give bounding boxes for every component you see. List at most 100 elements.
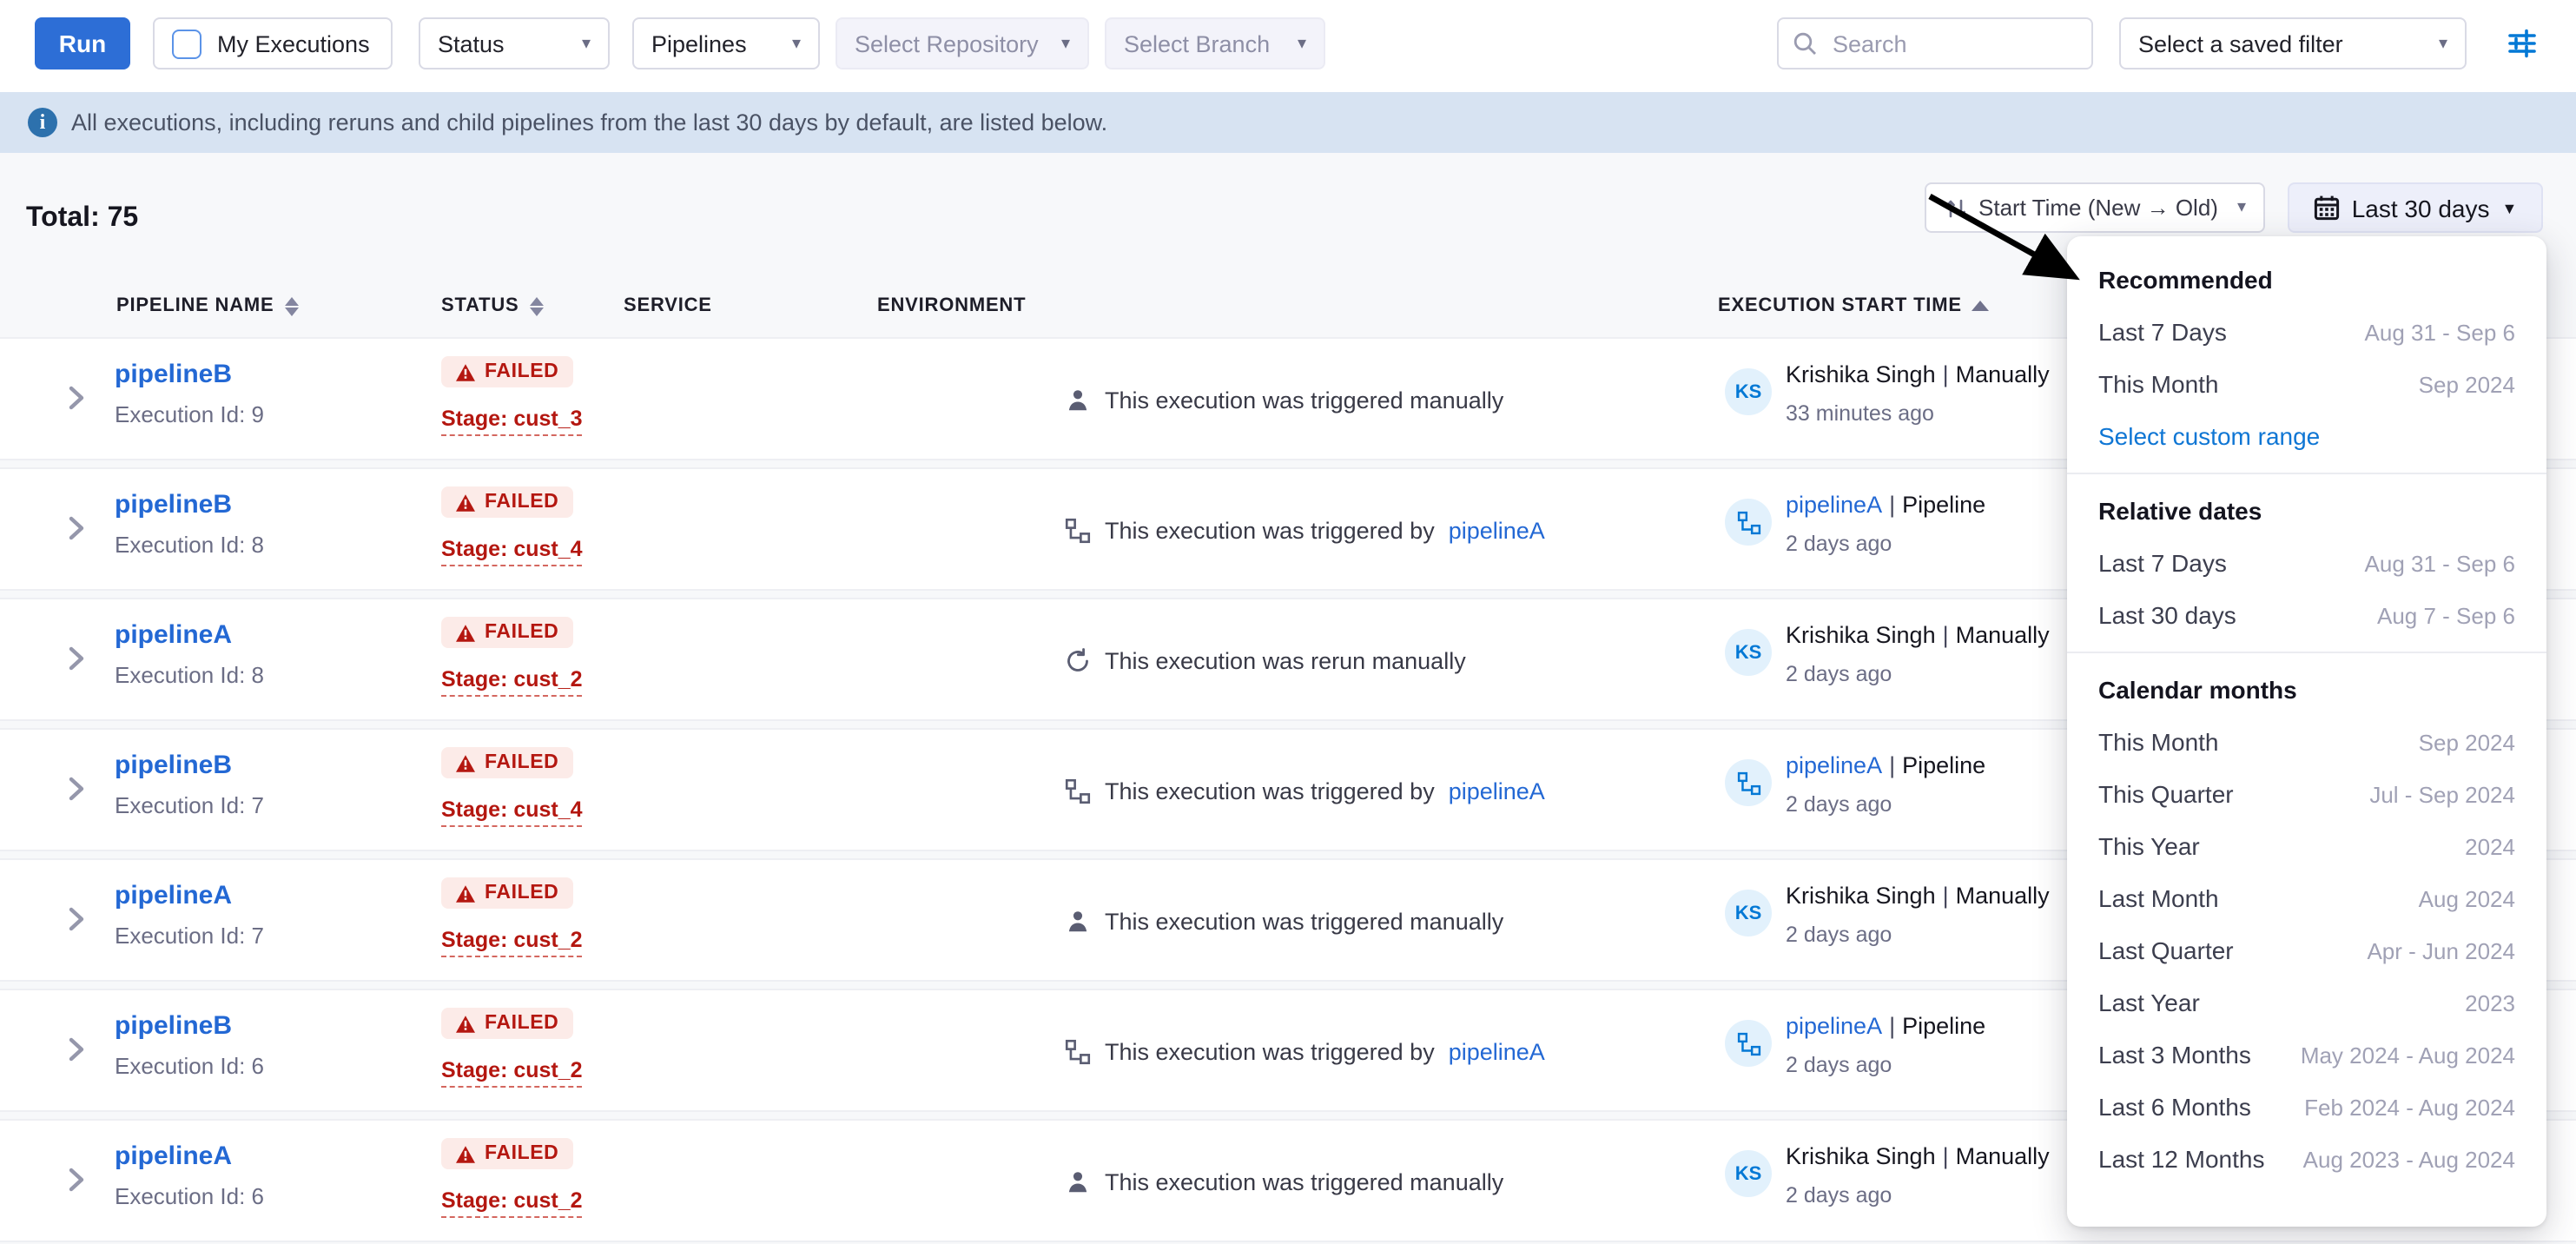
caret-down-icon: ▼	[2501, 199, 2517, 216]
option-label: Last 3 Months	[2098, 1041, 2251, 1069]
status-label: FAILED	[485, 752, 558, 773]
actor-line: Krishika Singh|Manually	[1786, 361, 2050, 387]
calendar-icon	[2314, 195, 2340, 221]
my-executions-filter[interactable]: My Executions	[153, 17, 393, 69]
column-service-label: SERVICE	[624, 295, 712, 316]
my-executions-checkbox[interactable]	[172, 29, 201, 58]
sliders-icon	[2505, 26, 2540, 61]
pipeline-name-link[interactable]: pipelineB	[115, 490, 232, 519]
expand-row-button[interactable]	[66, 1036, 87, 1072]
column-pipeline-name[interactable]: PIPELINE NAME	[116, 295, 299, 316]
status-badge[interactable]: FAILED	[441, 747, 572, 778]
date-range-option[interactable]: Last 30 days Aug 7 - Sep 6	[2098, 589, 2515, 641]
failed-stage-link[interactable]: Stage: cust_2	[441, 667, 583, 697]
date-range-option[interactable]: Last 7 Days Aug 31 - Sep 6	[2098, 537, 2515, 589]
date-range-option[interactable]: Last 7 Days Aug 31 - Sep 6	[2098, 306, 2515, 358]
trigger-text: This execution was triggered by	[1105, 518, 1435, 544]
pipeline-name-link[interactable]: pipelineA	[115, 881, 232, 910]
failed-stage-link[interactable]: Stage: cust_4	[441, 797, 583, 827]
pipelines-dropdown[interactable]: Pipelines ▾	[632, 17, 820, 69]
column-status-label: STATUS	[441, 295, 519, 316]
date-range-option[interactable]: Last Quarter Apr - Jun 2024	[2098, 924, 2515, 976]
separator: |	[1936, 361, 1956, 387]
expand-row-button[interactable]	[66, 384, 87, 420]
chevron-down-icon: ▾	[1047, 34, 1070, 53]
select-repository-dropdown[interactable]: Select Repository ▾	[836, 17, 1089, 69]
saved-filter-label: Select a saved filter	[2138, 30, 2343, 56]
date-range-option[interactable]: Last 6 Months Feb 2024 - Aug 2024	[2098, 1081, 2515, 1133]
top-toolbar: Run My Executions Status ▾ Pipelines ▾ S…	[0, 0, 2576, 92]
trigger-pipeline-link[interactable]: pipelineA	[1449, 778, 1545, 804]
date-range-option[interactable]: This Year 2024	[2098, 820, 2515, 872]
search-input[interactable]	[1829, 29, 2077, 58]
actor-line: pipelineA|Pipeline	[1786, 492, 1985, 518]
separator: |	[1936, 883, 1956, 909]
execution-time: 2 days ago	[1786, 923, 1892, 947]
column-execution-start-time[interactable]: EXECUTION START TIME	[1718, 295, 1990, 316]
expand-row-button[interactable]	[66, 775, 87, 811]
expand-row-button[interactable]	[66, 1166, 87, 1202]
option-date-range: Aug 2023 - Aug 2024	[2303, 1146, 2515, 1172]
status-label: FAILED	[485, 492, 558, 513]
status-badge[interactable]: FAILED	[441, 617, 572, 648]
trigger-text: This execution was triggered manually	[1105, 1169, 1503, 1195]
actor-detail: Pipeline	[1902, 752, 1985, 778]
date-range-option[interactable]: Select custom range	[2098, 410, 2515, 462]
pipeline-name-link[interactable]: pipelineA	[115, 620, 232, 650]
actor-line: pipelineA|Pipeline	[1786, 1013, 1985, 1039]
user-icon	[1065, 909, 1091, 935]
expand-row-button[interactable]	[66, 514, 87, 551]
failed-stage-link[interactable]: Stage: cust_2	[441, 1188, 583, 1218]
pipeline-name-link[interactable]: pipelineB	[115, 360, 232, 389]
status-badge[interactable]: FAILED	[441, 1138, 572, 1169]
trigger-pipeline-link[interactable]: pipelineA	[1449, 1039, 1545, 1065]
option-date-range: Sep 2024	[2419, 729, 2515, 755]
column-status[interactable]: STATUS	[441, 295, 544, 316]
actor-name: pipelineA	[1786, 492, 1882, 518]
separator: |	[1936, 1143, 1956, 1169]
select-branch-dropdown[interactable]: Select Branch ▾	[1105, 17, 1325, 69]
failed-stage-link[interactable]: Stage: cust_2	[441, 1058, 583, 1088]
avatar-initials: KS	[1735, 642, 1762, 663]
date-range-option[interactable]: Last 12 Months Aug 2023 - Aug 2024	[2098, 1133, 2515, 1185]
status-badge[interactable]: FAILED	[441, 486, 572, 518]
trigger-info: This execution was triggered by pipeline…	[1065, 730, 1545, 853]
status-badge[interactable]: FAILED	[441, 356, 572, 387]
date-range-button[interactable]: Last 30 days ▼	[2288, 182, 2543, 233]
avatar: KS	[1725, 368, 1772, 415]
date-range-option[interactable]: Last 3 Months May 2024 - Aug 2024	[2098, 1029, 2515, 1081]
option-label: Last Year	[2098, 989, 2200, 1016]
status-dropdown[interactable]: Status ▾	[419, 17, 610, 69]
expand-row-button[interactable]	[66, 645, 87, 681]
pipeline-name-link[interactable]: pipelineB	[115, 1011, 232, 1041]
trigger-text: This execution was triggered by	[1105, 1039, 1435, 1065]
expand-row-button[interactable]	[66, 905, 87, 942]
my-executions-label: My Executions	[217, 30, 370, 56]
date-range-option[interactable]: Last Year 2023	[2098, 976, 2515, 1029]
execution-id: Execution Id: 7	[115, 792, 264, 818]
date-range-option[interactable]: Last Month Aug 2024	[2098, 872, 2515, 924]
status-badge[interactable]: FAILED	[441, 1008, 572, 1039]
failed-stage-link[interactable]: Stage: cust_2	[441, 928, 583, 957]
pipeline-name-link[interactable]: pipelineA	[115, 1141, 232, 1171]
warning-triangle-icon	[455, 1014, 476, 1033]
trigger-pipeline-link[interactable]: pipelineA	[1449, 518, 1545, 544]
warning-triangle-icon	[455, 362, 476, 381]
failed-stage-link[interactable]: Stage: cust_4	[441, 537, 583, 566]
failed-stage-link[interactable]: Stage: cust_3	[441, 407, 583, 436]
execution-id: Execution Id: 8	[115, 662, 264, 688]
pipeline-name-link[interactable]: pipelineB	[115, 751, 232, 780]
trigger-info: This execution was triggered by pipeline…	[1065, 469, 1545, 592]
option-date-range: Aug 7 - Sep 6	[2377, 602, 2515, 628]
status-badge[interactable]: FAILED	[441, 877, 572, 909]
saved-filter-dropdown[interactable]: Select a saved filter ▾	[2119, 17, 2467, 69]
sort-both-icon	[285, 296, 299, 315]
user-icon	[1065, 387, 1091, 414]
run-button[interactable]: Run	[35, 17, 130, 69]
date-range-option[interactable]: This Month Sep 2024	[2098, 716, 2515, 768]
trigger-info: This execution was triggered manually	[1065, 1121, 1503, 1244]
date-range-option[interactable]: This Month Sep 2024	[2098, 358, 2515, 410]
sort-dropdown[interactable]: Start Time (New → Old) ▾	[1925, 182, 2265, 233]
date-range-option[interactable]: This Quarter Jul - Sep 2024	[2098, 768, 2515, 820]
filter-settings-button[interactable]	[2503, 24, 2541, 63]
